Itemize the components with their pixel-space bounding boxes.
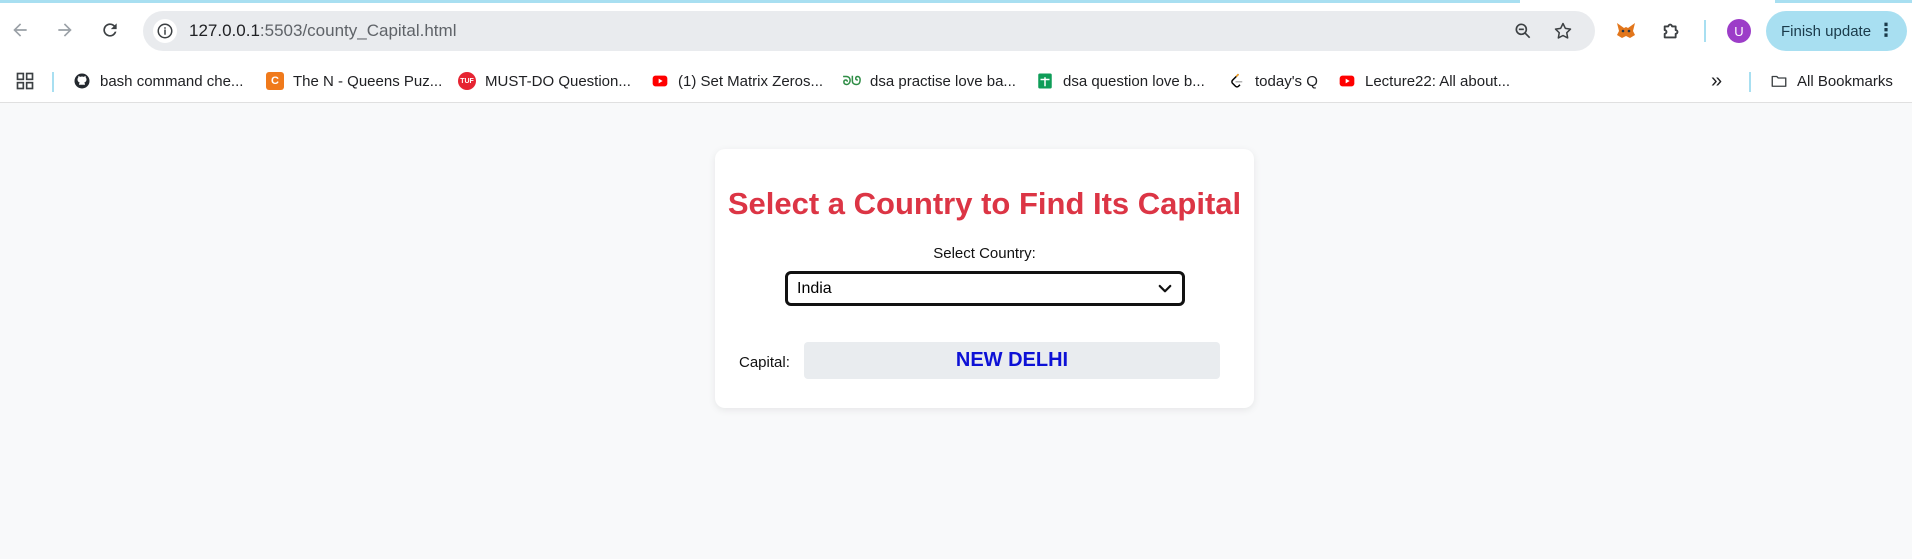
tab-strip-edge [1775,0,1912,3]
double-chevron-icon: » [1711,69,1723,92]
finish-update-label: Finish update [1781,22,1872,40]
bookmarks-bar: bash command che... C The N - Queens Puz… [0,60,1912,103]
url-path: :5503/county_Capital.html [259,21,457,40]
all-bookmarks-button[interactable]: All Bookmarks [1770,69,1893,93]
tuf-icon: TUF [458,72,476,90]
reload-icon [103,23,117,37]
url-host: 127.0.0.1 [189,21,260,40]
bookmark-item[interactable]: (1) Set Matrix Zeros... [651,69,823,93]
bookmark-label: bash command che... [100,72,244,90]
bookmark-item[interactable]: dsa question love b... [1036,69,1205,93]
bookmark-label: The N - Queens Puz... [293,72,443,90]
capital-label: Capital: [739,354,790,371]
leetcode-icon [1228,72,1246,90]
github-icon [73,72,91,90]
site-info-icon[interactable] [153,19,177,43]
bookmark-item[interactable]: ᘐᘎ dsa practise love ba... [843,69,1016,93]
bookmark-label: (1) Set Matrix Zeros... [678,72,824,90]
page-heading: Select a Country to Find Its Capital [727,186,1242,221]
apps-grid-button[interactable] [15,69,35,93]
select-country-label: Select Country: [933,245,1036,262]
metamask-icon[interactable] [1613,18,1639,44]
bookmark-star-icon[interactable] [1553,21,1573,41]
profile-avatar[interactable]: U [1727,19,1751,43]
capital-finder-card: Select a Country to Find Its Capital Sel… [715,149,1254,408]
address-bar[interactable]: 127.0.0.1:5503/county_Capital.html [143,11,1595,51]
more-bookmarks-button[interactable]: » [1711,69,1722,93]
youtube-icon [1338,72,1356,90]
forward-button[interactable] [49,14,81,46]
bookmark-label: Lecture22: All about... [1365,72,1511,90]
all-bookmarks-label: All Bookmarks [1797,72,1893,90]
capital-value: NEW DELHI [804,342,1220,379]
browser-toolbar: 127.0.0.1:5503/county_Capital.html U Fin… [0,0,1912,60]
bookmark-item[interactable]: bash command che... [73,69,243,93]
arrow-left-icon [13,23,27,37]
arrow-right-icon [58,23,72,37]
zoom-icon[interactable] [1513,21,1533,41]
country-select[interactable]: India [785,271,1185,306]
bookmark-label: MUST-DO Question... [485,72,631,90]
back-button[interactable] [4,14,36,46]
codechef-icon: C [266,72,284,90]
bookmark-label: today's Q [1255,72,1318,90]
gfg-icon: ᘐᘎ [842,73,862,88]
url-text[interactable]: 127.0.0.1:5503/county_Capital.html [189,21,456,41]
profile-initial: U [1734,23,1744,39]
bookmark-item[interactable]: Lecture22: All about... [1338,69,1510,93]
bookmarks-divider [1749,72,1751,92]
bookmark-item[interactable]: today's Q [1228,69,1318,93]
bookmarks-divider [52,72,54,92]
bookmark-label: dsa practise love ba... [870,72,1016,90]
menu-dots-icon[interactable]: ⋮ [1877,20,1895,40]
selected-country: India [797,279,832,297]
chevron-down-icon [1158,284,1172,293]
reload-button[interactable] [94,14,126,46]
toolbar-divider [1704,20,1706,42]
bookmark-item[interactable]: C The N - Queens Puz... [266,69,442,93]
bookmark-item[interactable]: TUF MUST-DO Question... [458,69,631,93]
folder-icon [1770,72,1788,90]
youtube-icon [651,72,669,90]
finish-update-button[interactable]: Finish update ⋮ [1766,11,1907,51]
extensions-puzzle-icon[interactable] [1659,18,1685,44]
apps-grid-icon [16,72,34,90]
sheets-icon [1036,72,1054,90]
bookmark-label: dsa question love b... [1063,72,1205,90]
tab-strip-edge [0,0,1520,3]
